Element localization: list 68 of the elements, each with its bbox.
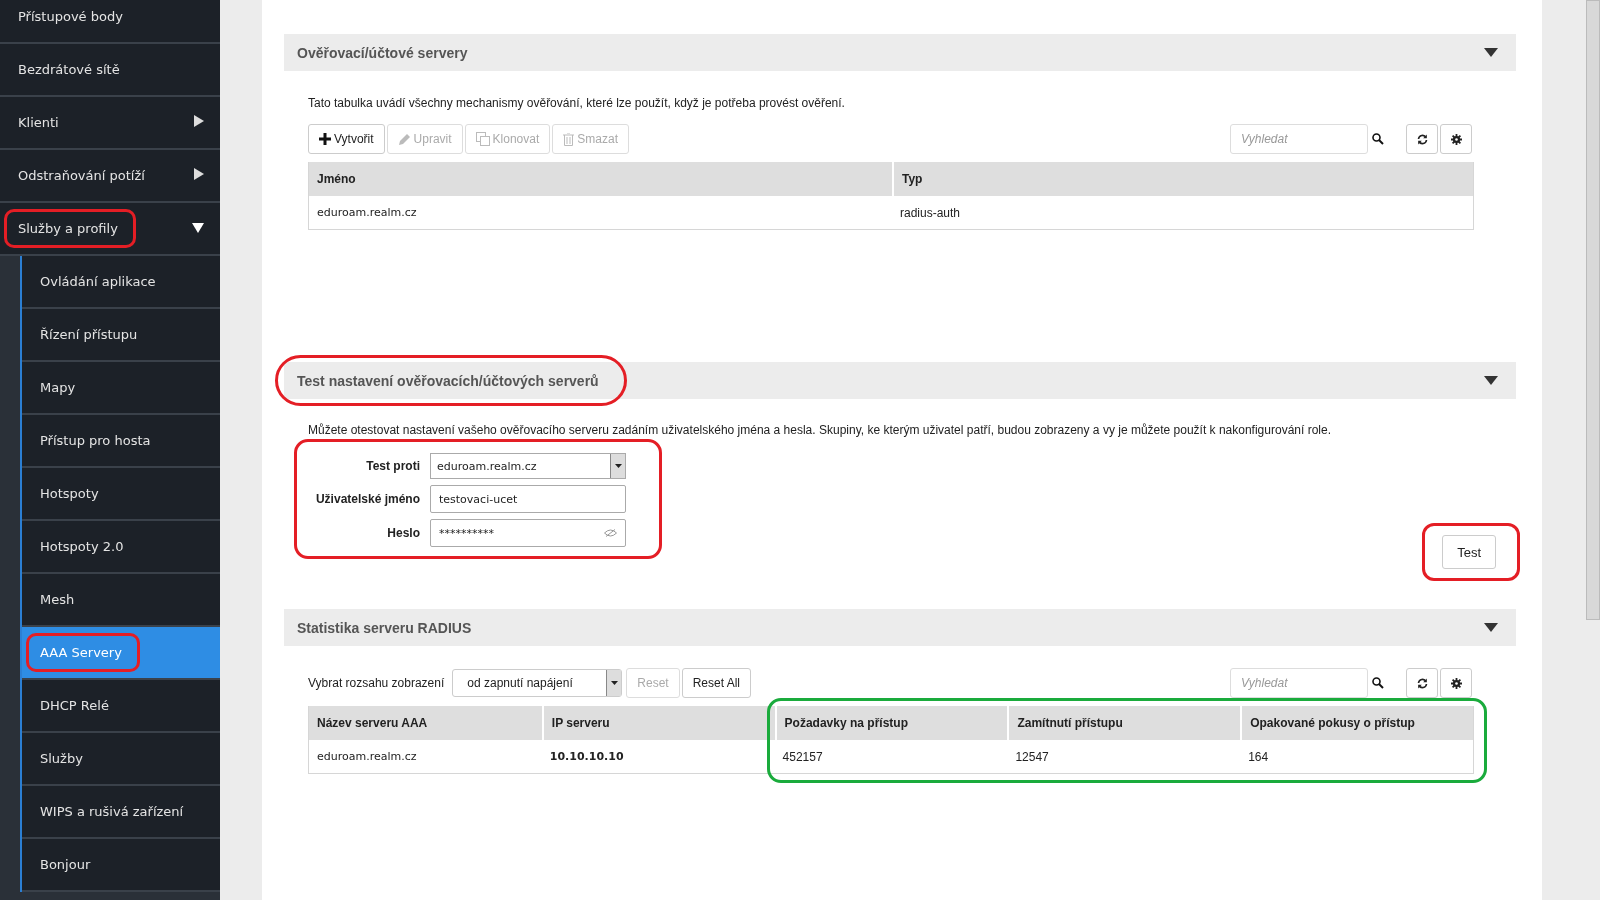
range-dropdown[interactable]: od zapnutí napájení xyxy=(452,669,623,697)
table-cell-text: 164 xyxy=(1247,748,1270,766)
sidebar-item[interactable]: Přístup pro hosta xyxy=(22,415,220,468)
column-header[interactable]: Požadavky na přístup xyxy=(774,706,1008,740)
sidebar-item[interactable]: WIPS a rušivá zařízení xyxy=(22,786,220,839)
caret-down-icon xyxy=(614,464,622,468)
sidebar-item[interactable]: Bezdrátové sítě xyxy=(0,44,220,97)
refresh-button[interactable] xyxy=(1406,668,1438,698)
column-header[interactable]: IP serveru xyxy=(541,706,775,740)
username-field[interactable]: testovaci-ucet xyxy=(430,485,626,513)
section-header[interactable]: Statistika serveru RADIUS xyxy=(284,609,1516,646)
refresh-button[interactable] xyxy=(1406,124,1438,154)
field-label: Heslo xyxy=(386,526,420,540)
trash-icon xyxy=(563,132,575,146)
test-button[interactable]: Test xyxy=(1442,535,1496,569)
column-header[interactable]: Zamítnutí přístupu xyxy=(1007,706,1241,740)
search-icon xyxy=(1372,133,1384,145)
password-field[interactable]: ********** xyxy=(430,519,626,547)
table-cell-text: 10.10.10.10 xyxy=(548,749,625,765)
table-cell-text: 452157 xyxy=(781,748,824,766)
description-text: Můžete otestovat nastavení vašeho ověřovacího serveru zadáním uživatelského jména a hesla. Skupiny, ke kterým uživatel patří, budou zobrazeny a vy je můžete použít k nakonfigurování role. xyxy=(308,423,1332,437)
settings-button[interactable] xyxy=(1440,124,1472,154)
search-field[interactable]: Vyhledat xyxy=(1230,668,1368,698)
refresh-icon xyxy=(1416,133,1428,145)
reset-button[interactable]: Reset All xyxy=(681,668,751,698)
plus-icon xyxy=(319,133,331,145)
section-title: Test nastavení ověřovacích/účtových serverů xyxy=(297,372,599,389)
refresh-icon xyxy=(1416,677,1428,689)
sidebar-item[interactable]: Odstraňování potíží xyxy=(0,150,220,203)
sidebar-item[interactable]: Hotspoty 2.0 xyxy=(22,521,220,574)
sidebar-item[interactable]: Služby xyxy=(22,733,220,786)
sidebar-item[interactable]: Mapy xyxy=(22,362,220,415)
column-header[interactable]: Opakované pokusy o přístup xyxy=(1240,706,1473,740)
column-header[interactable]: Typ xyxy=(892,162,1473,196)
scrollbar[interactable] xyxy=(1586,0,1600,620)
sidebar-item[interactable]: Služby a profily xyxy=(0,203,220,256)
column-header[interactable]: Název serveru AAA xyxy=(309,706,542,740)
range-label: Vybrat rozsahu zobrazení xyxy=(308,676,445,690)
copy-icon xyxy=(475,132,490,146)
search-icon xyxy=(1372,677,1384,689)
sidebar-item[interactable]: Klienti xyxy=(0,97,220,150)
settings-icon xyxy=(1450,133,1462,145)
table-cell-text: eduroam.realm.cz xyxy=(316,205,418,221)
section-title: Ověřovací/účtové servery xyxy=(297,44,468,61)
section-header[interactable]: Ověřovací/účtové servery xyxy=(284,34,1516,71)
table-cell-text: radius-auth xyxy=(899,204,962,222)
settings-button[interactable] xyxy=(1440,668,1472,698)
pencil-icon xyxy=(397,132,411,146)
sidebar-item[interactable]: Bonjour xyxy=(22,839,220,892)
caret-down-icon xyxy=(610,681,618,685)
description-text: Tato tabulka uvádí všechny mechanismy ověřování, které lze použít, když je potřeba provést ověření. xyxy=(308,96,846,110)
sidebar-item[interactable]: DHCP Relé xyxy=(22,680,220,733)
field-label: Uživatelské jméno xyxy=(314,492,420,506)
sidebar-item[interactable]: Přístupové body xyxy=(0,0,220,44)
section-title: Statistika serveru RADIUS xyxy=(297,619,472,636)
settings-icon xyxy=(1450,677,1462,689)
table-cell-text: 12547 xyxy=(1014,748,1050,766)
eye-icon xyxy=(604,529,617,537)
sidebar-item[interactable]: Řízení přístupu xyxy=(22,309,220,362)
toolbar-button[interactable]: Vytvořit xyxy=(308,124,385,154)
sidebar-item[interactable]: Mesh xyxy=(22,574,220,627)
field-label: Test proti xyxy=(365,459,420,473)
server-dropdown[interactable]: eduroam.realm.cz xyxy=(430,453,626,479)
search-field[interactable]: Vyhledat xyxy=(1230,124,1368,154)
table-cell-text: eduroam.realm.cz xyxy=(316,749,418,765)
sidebar-item[interactable]: Ovládání aplikace xyxy=(22,256,220,309)
column-header[interactable]: Jméno xyxy=(309,162,892,196)
sidebar-item[interactable]: Hotspoty xyxy=(22,468,220,521)
